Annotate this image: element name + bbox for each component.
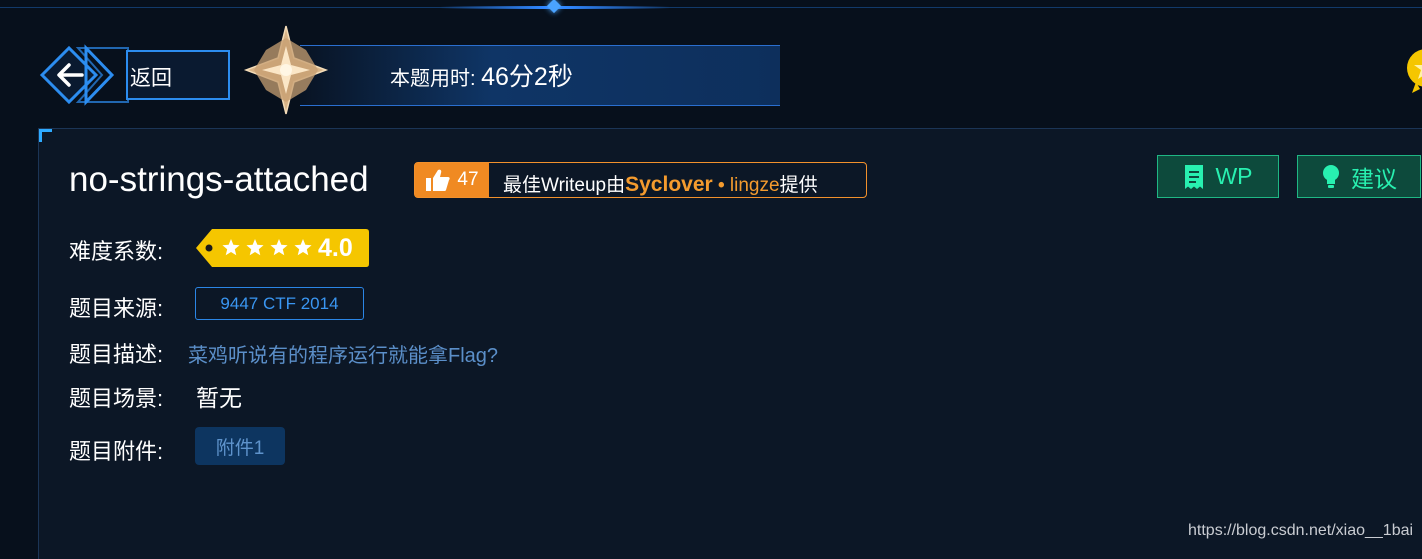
writeup-separator: •	[712, 175, 730, 196]
star-emblem-icon	[243, 25, 329, 115]
attachment-download-button[interactable]: 附件1	[195, 427, 285, 465]
challenge-title: no-strings-attached	[69, 160, 369, 199]
document-icon	[1185, 164, 1204, 189]
lightbulb-icon	[1323, 164, 1339, 188]
watermark: https://blog.csdn.net/xiao__1bai	[1188, 522, 1414, 539]
writeup-prefix: 最佳Writeup由	[503, 175, 626, 196]
suggest-label: 建议	[1351, 165, 1397, 192]
source-tag[interactable]: 9447 CTF 2014	[195, 287, 364, 320]
description-text: 菜鸡听说有的程序运行就能拿Flag?	[188, 345, 499, 367]
panel-corner-accent	[39, 129, 52, 142]
writeup-user-link[interactable]: lingze	[730, 175, 780, 196]
back-button[interactable]: 返回	[38, 44, 230, 106]
suggest-button[interactable]: 建议	[1297, 155, 1421, 198]
top-diamond-icon	[546, 0, 562, 14]
thumbs-up-icon	[426, 169, 451, 191]
like-count: 47	[457, 169, 479, 190]
scene-value: 暂无	[196, 385, 242, 411]
writeup-team-link[interactable]: Syclover	[625, 173, 713, 196]
best-writeup-banner: 47 最佳Writeup由Syclover • lingze提供	[414, 162, 867, 198]
source-label: 题目来源:	[69, 296, 164, 321]
timer-value: 46分2秒	[481, 63, 573, 91]
timer-label: 本题用时:	[390, 68, 482, 90]
scene-label: 题目场景:	[69, 386, 164, 411]
description-label: 题目描述:	[69, 342, 164, 367]
wp-label: WP	[1215, 163, 1253, 189]
difficulty-value: 4.0	[318, 234, 353, 262]
timer-display: 本题用时: 46分2秒	[390, 57, 573, 93]
attachment-label: 题目附件:	[69, 439, 164, 464]
like-button[interactable]: 47	[415, 163, 489, 197]
back-label: 返回	[130, 67, 172, 90]
difficulty-rating: 4.0	[196, 228, 370, 268]
top-divider	[0, 7, 1422, 8]
medal-icon	[1407, 49, 1422, 93]
writeup-credit: 最佳Writeup由Syclover • lingze提供	[503, 170, 818, 197]
difficulty-label: 难度系数:	[69, 239, 164, 264]
wp-button[interactable]: WP	[1157, 155, 1279, 198]
writeup-suffix: 提供	[779, 175, 818, 196]
